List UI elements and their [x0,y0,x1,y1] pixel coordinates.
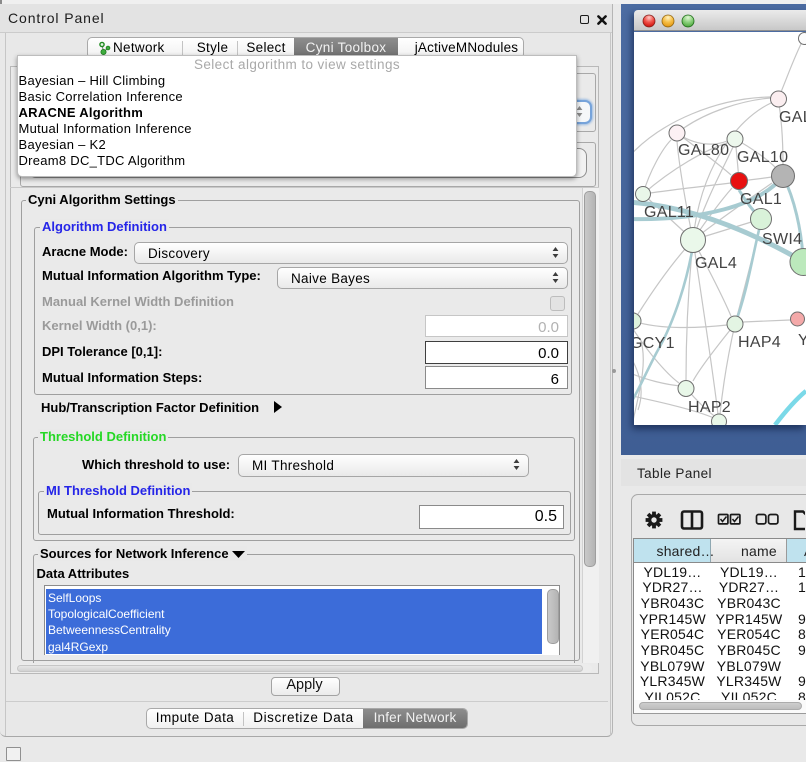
svg-text:GAL1: GAL1 [740,191,782,208]
svg-text:GAL80: GAL80 [678,142,729,159]
svg-text:GAL10: GAL10 [737,149,788,166]
svg-text:GCY1: GCY1 [634,335,675,352]
svg-text:SWI4: SWI4 [762,231,802,248]
svg-text:GAL4: GAL4 [695,255,737,272]
svg-text:HAP4: HAP4 [738,334,781,351]
svg-text:HAP2: HAP2 [688,399,731,416]
svg-text:Y: Y [798,332,806,349]
svg-text:GAL: GAL [779,109,806,126]
svg-text:GAL11: GAL11 [644,204,694,221]
